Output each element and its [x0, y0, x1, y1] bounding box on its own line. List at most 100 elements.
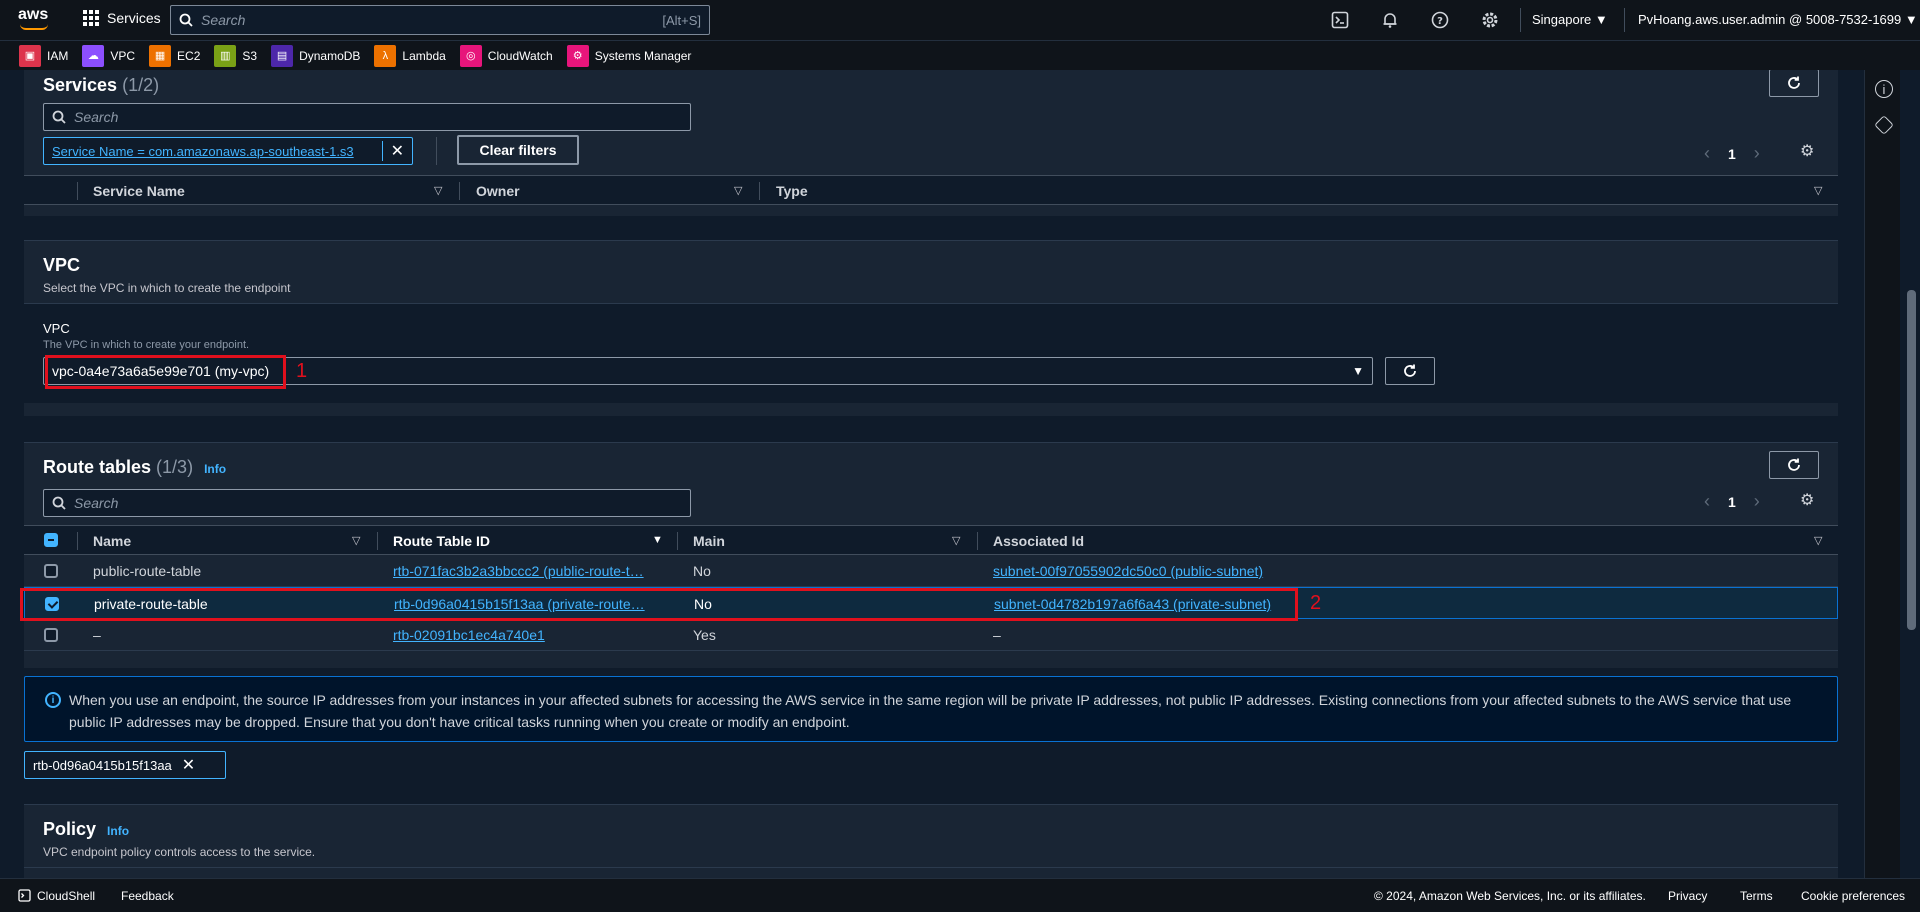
- services-search-input[interactable]: Search: [43, 103, 691, 131]
- right-tools-rail: i: [1864, 70, 1900, 878]
- info-panel-icon[interactable]: i: [1875, 80, 1893, 98]
- favorite-ec2[interactable]: ▦ EC2: [149, 44, 200, 67]
- sort-caret-icon[interactable]: ▽: [734, 184, 742, 197]
- policy-description: VPC endpoint policy controls access to t…: [43, 845, 316, 859]
- favorite-label: CloudWatch: [487, 48, 553, 63]
- favorite-label: DynamoDB: [299, 48, 361, 63]
- cloudwatch-icon: ◎: [459, 44, 482, 67]
- route-table-id-link[interactable]: rtb-071fac3b2a3bbccc2 (public-route-t…: [393, 563, 644, 579]
- assistant-icon[interactable]: [1874, 115, 1894, 135]
- route-tables-search-input[interactable]: Search: [43, 489, 691, 517]
- preferences-gear-icon[interactable]: ⚙: [1800, 490, 1814, 510]
- cookie-preferences-link[interactable]: Cookie preferences: [1801, 889, 1905, 903]
- prev-page-icon[interactable]: ‹: [1704, 143, 1710, 164]
- sort-caret-icon[interactable]: ▽: [434, 184, 442, 197]
- route-tables-refresh-button[interactable]: [1769, 451, 1819, 479]
- search-placeholder: Search: [201, 12, 246, 28]
- row-associated-id: –: [993, 627, 1001, 643]
- row-main: No: [693, 563, 711, 579]
- route-tables-info-link[interactable]: Info: [204, 462, 226, 476]
- sort-caret-filled-icon[interactable]: ▼: [652, 534, 663, 546]
- iam-icon: ▣: [19, 44, 41, 67]
- services-title: Services (1/2): [43, 75, 159, 96]
- favorite-systems-manager[interactable]: ⚙ Systems Manager: [566, 44, 692, 67]
- global-search-input[interactable]: Search [Alt+S]: [170, 5, 710, 35]
- table-row[interactable]: – rtb-02091bc1ec4a740e1 Yes –: [24, 619, 1838, 651]
- aws-logo[interactable]: aws: [18, 6, 52, 34]
- col-service-name[interactable]: Service Name: [93, 183, 185, 199]
- sort-caret-icon[interactable]: ▽: [1814, 184, 1822, 197]
- table-row[interactable]: public-route-table rtb-071fac3b2a3bbccc2…: [24, 555, 1838, 587]
- prev-page-icon[interactable]: ‹: [1704, 491, 1710, 512]
- selected-route-table-token: rtb-0d96a0415b15f13aa ✕: [24, 751, 226, 779]
- services-label: Services: [107, 10, 161, 26]
- refresh-icon: [1404, 364, 1416, 377]
- favorite-label: IAM: [47, 48, 69, 63]
- info-alert-text: When you use an endpoint, the source IP …: [69, 692, 1792, 730]
- favorite-s3[interactable]: ▥ S3: [214, 44, 257, 67]
- favorite-iam[interactable]: ▣ IAM: [19, 44, 69, 67]
- sort-caret-icon[interactable]: ▽: [352, 534, 360, 547]
- favorite-label: Systems Manager: [594, 48, 692, 63]
- row-checkbox[interactable]: [44, 564, 58, 578]
- footer: CloudShell Feedback © 2024, Amazon Web S…: [0, 878, 1920, 912]
- favorite-label: VPC: [110, 48, 136, 63]
- vpc-title: VPC: [43, 255, 81, 275]
- favorite-vpc[interactable]: ☁ VPC: [82, 44, 136, 67]
- page-number[interactable]: 1: [1728, 146, 1736, 162]
- col-route-table-id[interactable]: Route Table ID: [393, 533, 490, 549]
- remove-filter-icon[interactable]: ✕: [381, 141, 404, 161]
- main-content: Services (1/2) Search Service Name = com…: [0, 70, 1840, 878]
- services-pagination: ‹ 1 ›: [1704, 143, 1760, 164]
- services-refresh-button[interactable]: [1769, 70, 1819, 97]
- systems-manager-icon: ⚙: [566, 44, 589, 67]
- settings-icon[interactable]: [1480, 10, 1500, 30]
- policy-info-link[interactable]: Info: [107, 824, 129, 838]
- help-icon[interactable]: ?: [1430, 10, 1450, 30]
- filter-token-label[interactable]: Service Name = com.amazonaws.ap-southeas…: [52, 144, 354, 159]
- col-name[interactable]: Name: [93, 533, 131, 549]
- col-main[interactable]: Main: [693, 533, 725, 549]
- col-owner[interactable]: Owner: [476, 183, 520, 199]
- vpc-refresh-button[interactable]: [1385, 357, 1435, 385]
- favorite-dynamodb[interactable]: ▤ DynamoDB: [271, 44, 361, 67]
- cloudshell-footer-icon[interactable]: [18, 889, 31, 903]
- services-menu-button[interactable]: Services: [83, 10, 161, 26]
- route-tables-search-placeholder: Search: [74, 495, 119, 511]
- aws-smile-icon: [20, 24, 48, 30]
- region-selector[interactable]: Singapore ▼: [1532, 12, 1608, 27]
- sort-caret-icon[interactable]: ▽: [1814, 534, 1822, 547]
- next-page-icon[interactable]: ›: [1754, 143, 1760, 164]
- associated-subnet-link[interactable]: subnet-00f97055902dc50c0 (public-subnet): [993, 563, 1263, 579]
- account-menu[interactable]: PvHoang.aws.user.admin @ 5008-7532-1699 …: [1638, 12, 1918, 27]
- row-main: Yes: [693, 627, 716, 643]
- lambda-icon: λ: [374, 44, 397, 67]
- route-table-id-link[interactable]: rtb-02091bc1ec4a740e1: [393, 627, 545, 643]
- caret-down-icon: ▼: [1352, 364, 1364, 378]
- filter-token: Service Name = com.amazonaws.ap-southeas…: [43, 137, 413, 165]
- sort-caret-icon[interactable]: ▽: [952, 534, 960, 547]
- page-number[interactable]: 1: [1728, 494, 1736, 510]
- favorite-lambda[interactable]: λ Lambda: [374, 44, 446, 67]
- route-tables-pagination: ‹ 1 ›: [1704, 491, 1760, 512]
- col-type[interactable]: Type: [776, 183, 808, 199]
- privacy-link[interactable]: Privacy: [1668, 889, 1707, 903]
- col-associated-id[interactable]: Associated Id: [993, 533, 1084, 549]
- next-page-icon[interactable]: ›: [1754, 491, 1760, 512]
- remove-token-icon[interactable]: ✕: [182, 755, 195, 775]
- select-all-checkbox[interactable]: [44, 533, 58, 547]
- favorite-cloudwatch[interactable]: ◎ CloudWatch: [459, 44, 553, 67]
- vpc-field-label: VPC: [43, 321, 70, 336]
- row-name: –: [93, 627, 101, 643]
- notifications-icon[interactable]: [1380, 10, 1400, 30]
- clear-filters-button[interactable]: Clear filters: [457, 135, 579, 165]
- scrollbar-thumb[interactable]: [1907, 290, 1916, 630]
- row-checkbox[interactable]: [44, 628, 58, 642]
- cloudshell-icon[interactable]: [1330, 10, 1350, 30]
- terms-link[interactable]: Terms: [1740, 889, 1773, 903]
- preferences-gear-icon[interactable]: ⚙: [1800, 141, 1814, 161]
- page-scrollbar[interactable]: [1903, 70, 1920, 878]
- cloudshell-link[interactable]: CloudShell: [37, 889, 95, 903]
- feedback-link[interactable]: Feedback: [121, 889, 174, 903]
- favorites-bar: ▣ IAM ☁ VPC ▦ EC2 ▥ S3 ▤ DynamoDB λ Lambda ◎ CloudWat…: [0, 40, 1920, 70]
